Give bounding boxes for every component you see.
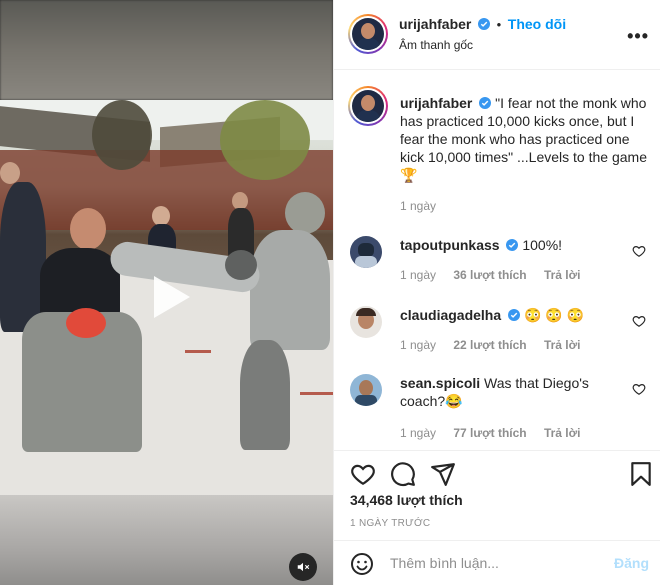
comment-like-heart-icon[interactable] <box>632 382 646 396</box>
post-detail-panel: urijahfaber • Theo dõi Âm thanh gốc ••• … <box>333 0 660 585</box>
comment-time[interactable]: 1 ngày <box>400 268 436 282</box>
media-blur-bottom <box>0 495 333 585</box>
comment-like-heart-icon[interactable] <box>632 244 646 258</box>
audio-label[interactable]: Âm thanh gốc <box>399 38 473 52</box>
comment-username[interactable]: sean.spicoli <box>400 375 480 391</box>
play-icon[interactable] <box>138 268 196 326</box>
comment-item: sean.spicoli Was that Diego's coach?😂 1 … <box>350 374 650 444</box>
comment-likes[interactable]: 77 lượt thích <box>453 426 526 440</box>
comment-username[interactable]: claudiagadelha <box>400 307 501 323</box>
verified-badge-icon <box>508 309 521 321</box>
comment-likes[interactable]: 22 lượt thích <box>453 338 526 352</box>
media-blur-top <box>0 0 333 100</box>
comment-text: 100%! <box>522 237 563 253</box>
comment-icon[interactable] <box>390 461 416 487</box>
more-options-icon[interactable]: ••• <box>627 26 649 47</box>
author-username[interactable]: urijahfaber <box>399 16 471 32</box>
comment-username[interactable]: tapoutpunkass <box>400 237 500 253</box>
follow-button[interactable]: Theo dõi <box>508 16 566 32</box>
verified-badge-icon <box>477 18 490 30</box>
commenter-avatar[interactable] <box>350 374 382 406</box>
likes-count[interactable]: 34,468 lượt thích <box>350 492 463 508</box>
bookmark-icon[interactable] <box>628 461 654 487</box>
reply-button[interactable]: Trả lời <box>544 338 581 352</box>
posted-time[interactable]: 1 NGÀY TRƯỚC <box>350 518 430 529</box>
post-media[interactable] <box>0 0 333 585</box>
heart-icon[interactable] <box>350 461 376 487</box>
share-icon[interactable] <box>430 461 456 487</box>
comment-time[interactable]: 1 ngày <box>400 426 436 440</box>
comment-item: claudiagadelha 😳 😳 😳 1 ngày 22 lượt thíc… <box>350 306 650 366</box>
comment-like-heart-icon[interactable] <box>632 314 646 328</box>
speaker-muted-icon[interactable] <box>289 553 317 581</box>
caption: urijahfaber "I fear not the monk who has… <box>400 94 650 184</box>
reply-button[interactable]: Trả lời <box>544 268 581 282</box>
comment-text: 😳 😳 😳 <box>523 307 585 323</box>
comment-time[interactable]: 1 ngày <box>400 338 436 352</box>
caption-time[interactable]: 1 ngày <box>400 199 436 213</box>
comment-likes[interactable]: 36 lượt thích <box>453 268 526 282</box>
caption-username[interactable]: urijahfaber <box>400 95 472 111</box>
caption-meta: 1 ngày <box>400 199 450 213</box>
reply-button[interactable]: Trả lời <box>544 426 581 440</box>
comment-item: tapoutpunkass 100%! 1 ngày 36 lượt thích… <box>350 236 650 296</box>
commenter-avatar[interactable] <box>350 236 382 268</box>
post-header: urijahfaber • Theo dõi Âm thanh gốc ••• <box>334 0 660 70</box>
verified-badge-icon <box>506 239 519 251</box>
verified-badge-icon <box>479 97 492 109</box>
caption-avatar[interactable] <box>348 86 388 126</box>
add-comment-bar: Đăng <box>334 540 660 585</box>
comment-input[interactable] <box>390 555 590 571</box>
commenter-avatar[interactable] <box>350 306 382 338</box>
avatar[interactable] <box>348 14 388 54</box>
post-comment-button[interactable]: Đăng <box>614 555 649 571</box>
emoji-icon[interactable] <box>350 552 374 576</box>
